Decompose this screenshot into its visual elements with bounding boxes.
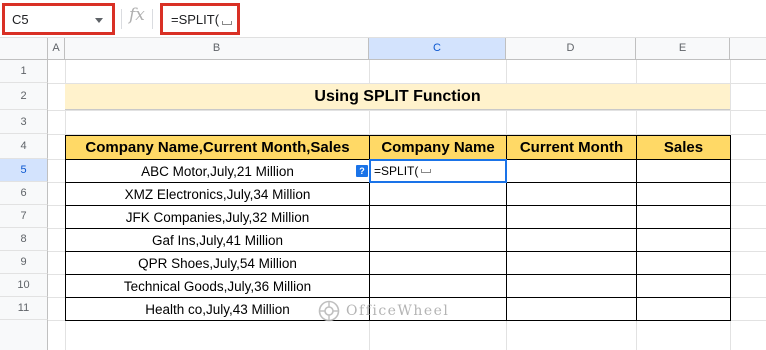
data-cell-b10[interactable]: Technical Goods,July,36 Million <box>65 274 370 298</box>
name-box[interactable]: C5 <box>2 3 115 35</box>
gridline <box>48 110 766 111</box>
formula-input[interactable]: =SPLIT( <box>160 3 240 35</box>
data-cell-b7[interactable]: JFK Companies,July,32 Million <box>65 205 370 229</box>
empty-cell[interactable] <box>506 228 637 252</box>
space-indicator-icon <box>222 21 233 25</box>
row-header-11[interactable]: 11 <box>0 297 48 320</box>
data-cell-b9[interactable]: QPR Shoes,July,54 Million <box>65 251 370 275</box>
name-box-value: C5 <box>12 12 29 27</box>
row-header-5[interactable]: 5 <box>0 159 48 182</box>
empty-cell[interactable] <box>369 251 507 275</box>
data-cell-b5[interactable]: ABC Motor,July,21 Million <box>65 159 370 183</box>
column-header-blank <box>730 38 766 60</box>
row-header-2[interactable]: 2 <box>0 83 48 110</box>
empty-cell[interactable] <box>506 159 637 183</box>
empty-cell[interactable] <box>636 228 731 252</box>
empty-cell[interactable] <box>369 228 507 252</box>
row-header-1[interactable]: 1 <box>0 60 48 83</box>
watermark-text: OfficeWheel <box>346 303 450 319</box>
data-cell-b6[interactable]: XMZ Electronics,July,34 Million <box>65 182 370 206</box>
chevron-down-icon[interactable] <box>95 18 103 23</box>
row-header-4[interactable]: 4 <box>0 134 48 159</box>
header-cell-combined[interactable]: Company Name,Current Month,Sales <box>65 135 370 160</box>
formula-input-value: =SPLIT( <box>171 12 233 27</box>
select-all-corner[interactable] <box>0 38 48 60</box>
header-cell-sales[interactable]: Sales <box>636 135 731 160</box>
divider <box>121 9 122 29</box>
column-header-b[interactable]: B <box>65 38 369 60</box>
empty-cell[interactable] <box>369 205 507 229</box>
row-header-9[interactable]: 9 <box>0 251 48 274</box>
row-header-7[interactable]: 7 <box>0 205 48 228</box>
spreadsheet-grid: A B C D E 1 2 3 4 5 6 7 8 9 10 11 Using … <box>0 38 766 350</box>
column-header-a[interactable]: A <box>48 38 65 60</box>
row-header-10[interactable]: 10 <box>0 274 48 297</box>
column-header-c[interactable]: C <box>369 38 506 60</box>
empty-cell[interactable] <box>636 297 731 321</box>
empty-cell[interactable] <box>369 274 507 298</box>
empty-cell[interactable] <box>506 274 637 298</box>
data-cell-b8[interactable]: Gaf Ins,July,41 Million <box>65 228 370 252</box>
active-cell-formula: =SPLIT( <box>374 164 419 178</box>
column-header-e[interactable]: E <box>636 38 730 60</box>
empty-cell[interactable] <box>636 182 731 206</box>
empty-cell[interactable] <box>506 297 637 321</box>
empty-cell[interactable] <box>636 159 731 183</box>
space-indicator-icon <box>421 169 432 173</box>
header-cell-company-name[interactable]: Company Name <box>369 135 507 160</box>
empty-cell[interactable] <box>506 251 637 275</box>
empty-cell[interactable] <box>506 205 637 229</box>
formula-help-icon[interactable]: ? <box>356 165 368 177</box>
empty-cell[interactable] <box>506 182 637 206</box>
empty-cell[interactable] <box>636 251 731 275</box>
row-header-8[interactable]: 8 <box>0 228 48 251</box>
empty-cell[interactable] <box>636 274 731 298</box>
header-cell-current-month[interactable]: Current Month <box>506 135 637 160</box>
row-header-blank <box>0 320 48 350</box>
empty-cell[interactable] <box>369 182 507 206</box>
watermark: OfficeWheel <box>318 300 449 322</box>
row-header-3[interactable]: 3 <box>0 110 48 134</box>
fx-icon: fx <box>129 5 145 25</box>
row-header-6[interactable]: 6 <box>0 182 48 205</box>
active-cell-c5[interactable]: =SPLIT( <box>369 159 507 183</box>
column-header-d[interactable]: D <box>506 38 636 60</box>
divider <box>152 9 153 29</box>
sheet-title[interactable]: Using SPLIT Function <box>65 84 730 110</box>
officewheel-logo-icon <box>318 300 340 322</box>
formula-bar-row: C5 fx =SPLIT( <box>0 0 766 38</box>
empty-cell[interactable] <box>636 205 731 229</box>
